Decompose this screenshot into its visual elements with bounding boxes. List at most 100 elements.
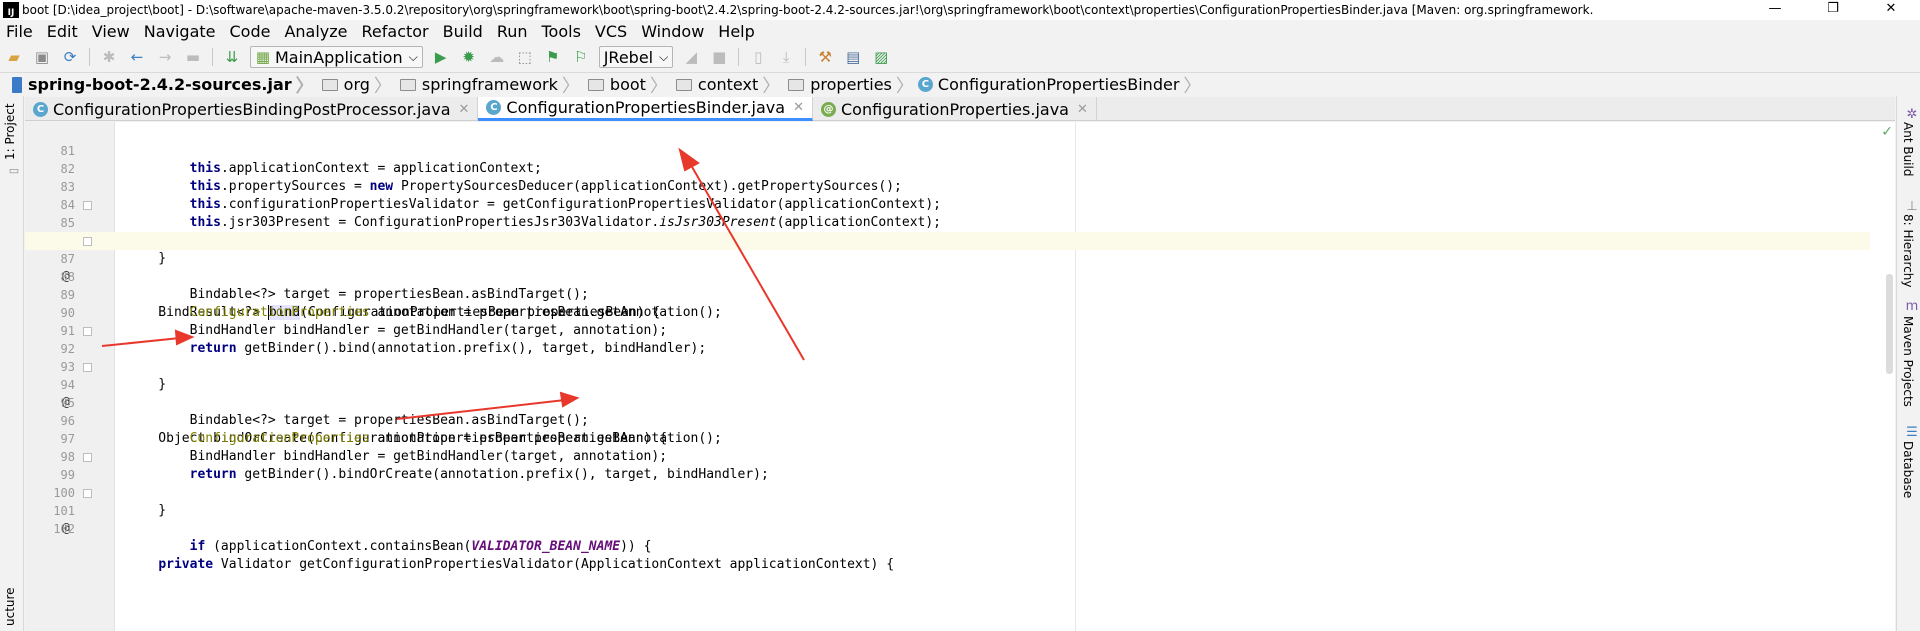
settings-wrench-icon[interactable]: ⚒ — [814, 47, 836, 67]
menu-file[interactable]: File — [6, 22, 33, 41]
ant-icon: ✲ — [1906, 106, 1918, 122]
menu-build[interactable]: Build — [443, 22, 483, 41]
close-icon[interactable]: ✕ — [459, 102, 470, 117]
menu-vcs[interactable]: VCS — [595, 22, 627, 41]
vcs-update-icon[interactable]: ▯ — [747, 47, 769, 67]
code-line: 99 } — [25, 448, 1870, 518]
code-line: 93 — [60, 360, 75, 374]
project-structure-icon[interactable]: ▤ — [842, 47, 864, 67]
project-tool-tab[interactable]: 1: Project — [3, 103, 17, 160]
folder-icon — [587, 78, 604, 91]
breadcrumb-item-class[interactable]: C ConfigurationPropertiesBinder 〉 — [917, 72, 1206, 98]
run-config-selector[interactable]: ▦ MainApplication ⌵ — [250, 46, 423, 68]
tab-binding-post-processor[interactable]: C ConfigurationPropertiesBindingPostProc… — [25, 97, 479, 121]
menu-navigate[interactable]: Navigate — [144, 22, 216, 41]
fold-marker-icon[interactable] — [83, 489, 92, 498]
menu-code[interactable]: Code — [230, 22, 271, 41]
coverage-icon[interactable]: ☁ — [486, 47, 508, 67]
restore-button[interactable]: ❐ — [1804, 0, 1862, 20]
annotation-icon: @ — [820, 101, 836, 117]
breadcrumb-item-boot[interactable]: boot 〉 — [584, 72, 672, 98]
close-button[interactable]: ✕ — [1862, 0, 1920, 20]
scrollbar-thumb[interactable] — [1886, 274, 1893, 374]
fold-marker-icon[interactable] — [83, 201, 92, 210]
tab-configuration-properties[interactable]: @ ConfigurationProperties.java ✕ — [813, 97, 1097, 121]
structure-tool-tab[interactable]: ucture — [3, 587, 17, 626]
code-line: 88 Bindable<?> target = propertiesBean.a… — [60, 270, 589, 302]
menu-view[interactable]: View — [92, 22, 130, 41]
vcs-download-icon[interactable]: ⤓ — [775, 47, 797, 67]
debug-icon[interactable]: ✹ — [458, 47, 480, 67]
code-line: 100 — [53, 486, 75, 500]
toolbar-separator — [89, 48, 90, 66]
jrebel-selector[interactable]: JRebel ⌵ — [598, 46, 674, 68]
menu-help[interactable]: Help — [718, 22, 754, 41]
fold-marker-icon[interactable] — [83, 363, 92, 372]
title-bar: IJ boot [D:\idea_project\boot] - D:\soft… — [0, 0, 1920, 20]
class-icon: C — [917, 77, 933, 92]
left-tool-stripe: 1: Project ▭ ucture — [0, 96, 24, 631]
code-line: 98 return getBinder().bindOrCreate(annot… — [60, 450, 769, 482]
folder-icon — [788, 78, 805, 91]
jrebel-debug-icon[interactable]: ⚐ — [570, 47, 592, 67]
jrebel-run-icon[interactable]: ⚑ — [542, 47, 564, 67]
code-line: 81 this.applicationContext = application… — [60, 144, 542, 176]
folder-icon — [321, 78, 338, 91]
attach-icon[interactable]: ◢ — [680, 47, 702, 67]
tab-properties-binder[interactable]: C ConfigurationPropertiesBinder.java ✕ — [478, 97, 813, 121]
code-line: 85 } — [25, 196, 1870, 266]
tab-label: ConfigurationPropertiesBinder.java — [506, 98, 786, 117]
breadcrumb-item-springframework[interactable]: springframework 〉 — [396, 72, 584, 98]
fold-marker-icon[interactable] — [83, 453, 92, 462]
code-line: 84 this.jsr303Present = ConfigurationPro… — [60, 198, 942, 230]
menu-run[interactable]: Run — [497, 22, 528, 41]
inspection-ok-icon: ✓ — [1881, 124, 1893, 140]
breadcrumb-item-context[interactable]: context 〉 — [672, 72, 784, 98]
breadcrumb-item-jar[interactable]: spring-boot-2.4.2-sources.jar 〉 — [28, 72, 318, 98]
minimize-button[interactable]: — — [1746, 0, 1804, 20]
toolbar-separator — [738, 48, 740, 66]
close-icon[interactable]: ✕ — [1077, 102, 1088, 117]
class-icon: C — [33, 101, 48, 117]
close-icon[interactable]: ✕ — [793, 100, 804, 115]
menu-edit[interactable]: Edit — [47, 22, 78, 41]
code-line: 101 @ private Validator getConfiguration… — [25, 484, 1870, 572]
forward-arrow-icon[interactable]: → — [154, 47, 176, 67]
menu-window[interactable]: Window — [641, 22, 704, 41]
code-line: 102 if (applicationContext.containsBean(… — [53, 522, 652, 554]
code-line: 95 Bindable<?> target = propertiesBean.a… — [60, 396, 589, 428]
folder-icon[interactable]: ▬ — [182, 47, 204, 67]
code-line: 92 } — [25, 322, 1870, 392]
stop-icon[interactable]: ■ — [708, 47, 730, 67]
hierarchy-tool-tab[interactable]: 8: Hierarchy — [1901, 214, 1915, 288]
menu-analyze[interactable]: Analyze — [284, 22, 347, 41]
project-tool-icon: ▭ — [8, 163, 20, 177]
folder-icon — [399, 78, 416, 91]
menu-tools[interactable]: Tools — [542, 22, 581, 41]
fold-marker-icon[interactable] — [83, 327, 92, 336]
debug-disabled-icon[interactable]: ✱ — [98, 47, 120, 67]
back-arrow-icon[interactable]: ← — [126, 47, 148, 67]
build-icon[interactable]: ⇊ — [221, 47, 243, 67]
right-tool-stripe: ✲ Ant Build ⊥ 8: Hierarchy m Maven Proje… — [1896, 96, 1920, 631]
database-tool-tab[interactable]: Database — [1901, 441, 1915, 498]
breadcrumb-item-properties[interactable]: properties 〉 — [784, 72, 918, 98]
save-icon[interactable]: ▣ — [31, 47, 53, 67]
breadcrumb: spring-boot-2.4.2-sources.jar 〉 org 〉 spri… — [0, 72, 1920, 98]
run-icon[interactable]: ▶ — [430, 47, 452, 67]
sync-icon[interactable]: ⟳ — [59, 47, 81, 67]
code-editor[interactable]: 81 this.applicationContext = application… — [25, 122, 1895, 631]
open-folder-icon[interactable]: ▰ — [3, 47, 25, 67]
ant-build-tool-tab[interactable]: Ant Build — [1901, 122, 1915, 176]
maven-tool-tab[interactable]: Maven Projects — [1901, 316, 1915, 407]
vertical-scrollbar[interactable]: ✓ — [1881, 122, 1895, 631]
intellij-logo-icon: IJ — [3, 2, 19, 18]
code-line: 91 return getBinder().bind(annotation.pr… — [60, 324, 707, 356]
folder-icon — [675, 78, 692, 91]
fold-marker-icon[interactable] — [83, 237, 92, 246]
breadcrumb-item-org[interactable]: org 〉 — [318, 72, 396, 98]
menu-refactor[interactable]: Refactor — [362, 22, 429, 41]
profile-icon[interactable]: ⬚ — [514, 47, 536, 67]
sdk-icon[interactable]: ▨ — [870, 47, 892, 67]
editor-tabs: C ConfigurationPropertiesBindingPostProc… — [25, 97, 1895, 121]
